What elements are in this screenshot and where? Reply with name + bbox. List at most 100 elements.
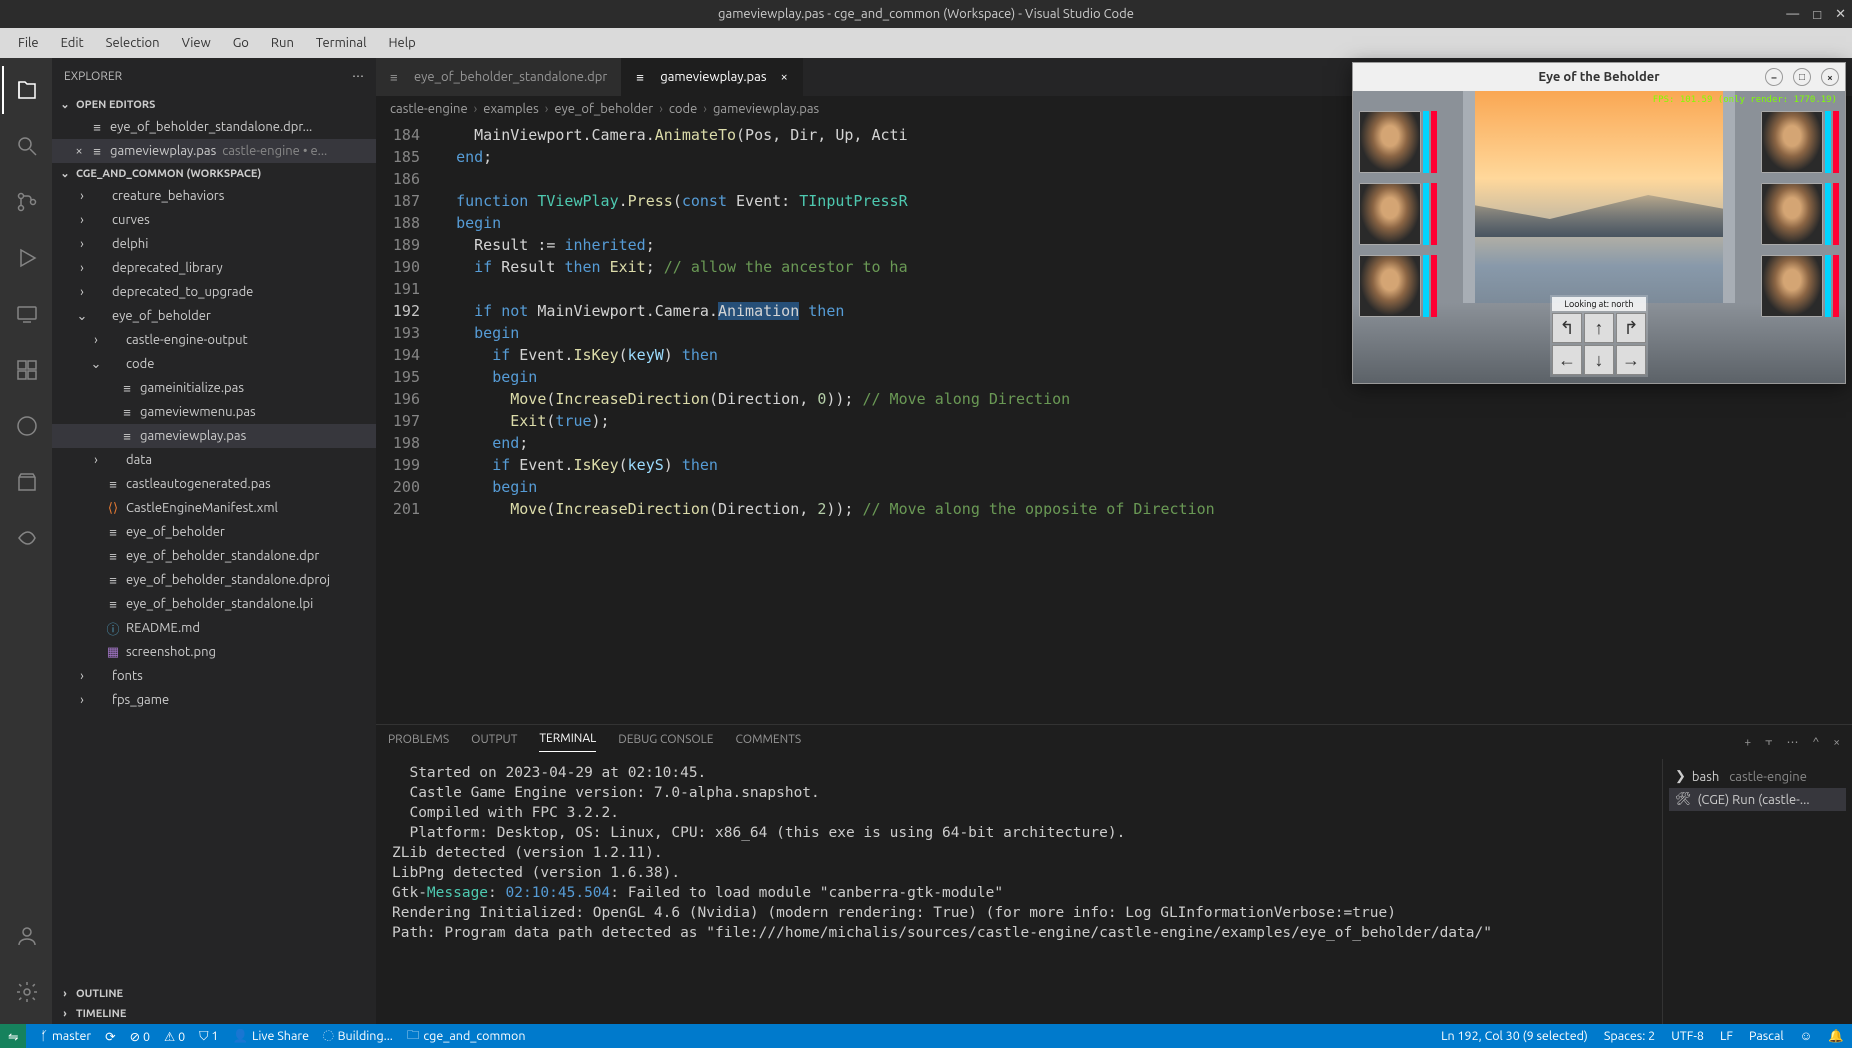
status-feedback[interactable]: ☺: [1800, 1029, 1813, 1044]
folder-item[interactable]: ›curves: [52, 208, 376, 232]
status-spaces[interactable]: Spaces: 2: [1604, 1029, 1655, 1044]
breadcrumb-item[interactable]: castle-engine: [390, 102, 468, 116]
folder-item[interactable]: ›fonts: [52, 664, 376, 688]
timeline-header[interactable]: › TIMELINE: [52, 1004, 376, 1024]
folder-item[interactable]: ›creature_behaviors: [52, 184, 376, 208]
status-running[interactable]: ⛉ 1: [199, 1029, 218, 1044]
status-bell[interactable]: 🔔: [1828, 1029, 1844, 1044]
move-back-button[interactable]: ↓: [1584, 345, 1614, 375]
editor-tab[interactable]: ≡gameviewplay.pas×: [622, 58, 803, 96]
open-editors-header[interactable]: ⌄ OPEN EDITORS: [52, 94, 376, 115]
project-view-icon[interactable]: [2, 458, 50, 506]
folder-item[interactable]: ›data: [52, 448, 376, 472]
game-viewport[interactable]: FPS: 101.59 (only render: 1770.19) Looki…: [1353, 91, 1845, 383]
editor-tab[interactable]: ≡eye_of_beholder_standalone.dpr: [376, 58, 622, 96]
run-debug-icon[interactable]: [2, 234, 50, 282]
remote-indicator[interactable]: ⇋: [0, 1024, 26, 1048]
git-branch[interactable]: ᚶ master: [40, 1029, 91, 1043]
folder-item[interactable]: ⌄eye_of_beholder: [52, 304, 376, 328]
building-status[interactable]: ◌ Building...: [323, 1029, 393, 1043]
folder-item[interactable]: ›castle-engine-output: [52, 328, 376, 352]
status-warnings[interactable]: ⚠ 0: [164, 1029, 185, 1044]
status-language[interactable]: Pascal: [1749, 1029, 1784, 1044]
file-item[interactable]: ≡eye_of_beholder: [52, 520, 376, 544]
folder-item[interactable]: ›fps_game: [52, 688, 376, 712]
breadcrumb-item[interactable]: gameviewplay.pas: [713, 102, 819, 116]
outline-header[interactable]: › OUTLINE: [52, 984, 376, 1004]
terminal-session[interactable]: 🛠(CGE) Run (castle-...: [1669, 788, 1846, 811]
accounts-icon[interactable]: [2, 912, 50, 960]
panel-tab-debug-console[interactable]: DEBUG CONSOLE: [618, 733, 713, 752]
game-close-icon[interactable]: ×: [1821, 68, 1839, 86]
game-minimize-icon[interactable]: –: [1765, 68, 1783, 86]
window-minimize-icon[interactable]: ―: [1786, 7, 1799, 22]
remote-explorer-icon[interactable]: [2, 290, 50, 338]
menu-go[interactable]: Go: [223, 32, 259, 54]
character-portrait[interactable]: [1359, 111, 1421, 173]
character-portrait[interactable]: [1761, 111, 1823, 173]
file-item[interactable]: ▦screenshot.png: [52, 640, 376, 664]
character-portrait[interactable]: [1761, 255, 1823, 317]
explorer-icon[interactable]: [2, 66, 50, 114]
open-editor-item[interactable]: ≡eye_of_beholder_standalone.dpr...: [52, 115, 376, 139]
turn-left-button[interactable]: ↰: [1552, 313, 1582, 343]
panel-tab-output[interactable]: OUTPUT: [471, 733, 517, 752]
status-eol[interactable]: LF: [1720, 1029, 1733, 1044]
menu-view[interactable]: View: [172, 32, 221, 54]
file-item[interactable]: ⟨⟩CastleEngineManifest.xml: [52, 496, 376, 520]
menu-selection[interactable]: Selection: [96, 32, 170, 54]
menu-edit[interactable]: Edit: [51, 32, 94, 54]
folder-item[interactable]: ⌄code: [52, 352, 376, 376]
file-item[interactable]: ≡gameviewmenu.pas: [52, 400, 376, 424]
menu-run[interactable]: Run: [261, 32, 304, 54]
terminal-session[interactable]: ❯bashcastle-engine: [1669, 765, 1846, 788]
character-portrait[interactable]: [1359, 183, 1421, 245]
file-item[interactable]: ≡eye_of_beholder_standalone.lpi: [52, 592, 376, 616]
panel-tab-problems[interactable]: PROBLEMS: [388, 733, 449, 752]
menu-terminal[interactable]: Terminal: [306, 32, 377, 54]
character-portrait[interactable]: [1359, 255, 1421, 317]
file-item[interactable]: ≡gameinitialize.pas: [52, 376, 376, 400]
share-icon[interactable]: [2, 514, 50, 562]
terminal-output[interactable]: Started on 2023-04-29 at 02:10:45. Castl…: [376, 759, 1662, 1024]
status-errors[interactable]: ⊘ 0: [130, 1029, 150, 1044]
move-forward-button[interactable]: ↑: [1584, 313, 1614, 343]
breadcrumb-item[interactable]: examples: [483, 102, 538, 116]
settings-gear-icon[interactable]: [2, 968, 50, 1016]
explorer-more-icon[interactable]: ⋯: [352, 69, 364, 83]
panel-tab-terminal[interactable]: TERMINAL: [539, 732, 596, 752]
menu-file[interactable]: File: [8, 32, 49, 54]
file-item[interactable]: ⓘREADME.md: [52, 616, 376, 640]
game-window[interactable]: Eye of the Beholder – □ × FPS: 101.59 (o…: [1352, 62, 1846, 384]
close-icon[interactable]: ×: [70, 144, 88, 158]
search-icon[interactable]: [2, 122, 50, 170]
character-portrait[interactable]: [1761, 183, 1823, 245]
file-item[interactable]: ≡eye_of_beholder_standalone.dpr: [52, 544, 376, 568]
status-cursor[interactable]: Ln 192, Col 30 (9 selected): [1441, 1029, 1588, 1044]
more-icon[interactable]: ⋯: [1786, 735, 1798, 749]
source-control-icon[interactable]: [2, 178, 50, 226]
split-terminal-icon[interactable]: ⫟: [1765, 735, 1772, 749]
close-icon[interactable]: ×: [780, 70, 787, 84]
status-folder[interactable]: 🗀 cge_and_common: [407, 1026, 526, 1047]
window-close-icon[interactable]: ✕: [1835, 7, 1846, 22]
turn-right-button[interactable]: ↱: [1616, 313, 1646, 343]
file-item[interactable]: ≡eye_of_beholder_standalone.dproj: [52, 568, 376, 592]
new-terminal-icon[interactable]: +: [1744, 736, 1751, 749]
breadcrumb-item[interactable]: eye_of_beholder: [554, 102, 653, 116]
menu-help[interactable]: Help: [378, 32, 425, 54]
folder-item[interactable]: ›delphi: [52, 232, 376, 256]
github-icon[interactable]: [2, 402, 50, 450]
file-item[interactable]: ≡gameviewplay.pas: [52, 424, 376, 448]
game-maximize-icon[interactable]: □: [1793, 68, 1811, 86]
move-left-button[interactable]: ←: [1552, 345, 1582, 375]
workspace-header[interactable]: ⌄ CGE_AND_COMMON (WORKSPACE): [52, 163, 376, 184]
folder-item[interactable]: ›deprecated_library: [52, 256, 376, 280]
status-encoding[interactable]: UTF-8: [1671, 1029, 1704, 1044]
open-editor-item[interactable]: ×≡gameviewplay.pascastle-engine • e...: [52, 139, 376, 163]
close-panel-icon[interactable]: ×: [1833, 736, 1840, 749]
panel-tab-comments[interactable]: COMMENTS: [736, 733, 802, 752]
window-maximize-icon[interactable]: □: [1813, 7, 1821, 22]
folder-item[interactable]: ›deprecated_to_upgrade: [52, 280, 376, 304]
git-sync[interactable]: ⟳: [105, 1029, 115, 1044]
